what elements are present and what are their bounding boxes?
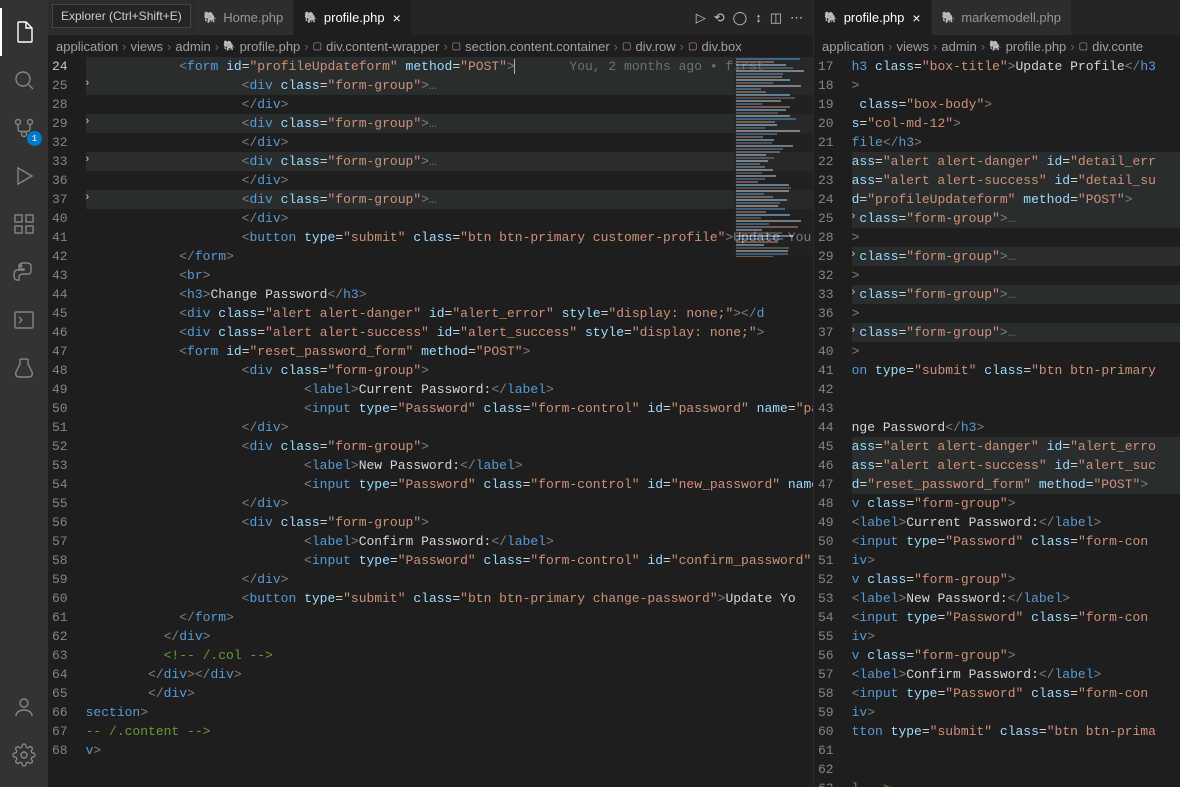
tab-profile[interactable]: 🐘 profile.php × [294,0,412,35]
explorer-tooltip: Explorer (Ctrl+Shift+E) [52,4,191,28]
source-control-icon[interactable]: 1 [0,104,48,152]
editor-group-left: 🐘Admin_model.php 🐘Home.php 🐘profile.php×… [48,0,814,787]
settings-gear-icon[interactable] [0,731,48,779]
debug-restart-icon[interactable]: ⟲ [714,10,725,26]
close-icon[interactable]: × [393,10,401,26]
tab-label: markemodell.php [961,10,1061,25]
terminal-panel-icon[interactable] [0,296,48,344]
php-file-icon: 🐘 [204,11,218,24]
tab-profile-right[interactable]: 🐘 profile.php × [814,0,932,35]
scm-badge: 1 [27,131,42,146]
run-debug-icon[interactable] [0,152,48,200]
code-area-right[interactable]: 1718192021222324›2528›2932›3336›37404142… [814,57,1180,787]
php-file-icon: 🐘 [824,11,838,24]
python-icon[interactable] [0,248,48,296]
test-explorer-icon[interactable] [0,344,48,392]
circle-icon[interactable]: ◯ [733,10,748,26]
explorer-icon[interactable] [0,8,48,56]
tab-markemodell[interactable]: 🐘 markemodell.php [932,0,1072,35]
code-area-left[interactable]: 24›2528›2932›3336›3740414243444546474849… [48,57,813,787]
activity-bar: 1 [0,0,48,787]
tab-label: profile.php [844,10,905,25]
breadcrumb-right[interactable]: application›views›admin›🐘profile.php›▢di… [814,35,1180,57]
tab-home[interactable]: 🐘 Home.php [194,0,295,35]
search-icon[interactable] [0,56,48,104]
tab-label: profile.php [324,10,385,25]
run-icon[interactable]: ▷ [696,10,706,26]
php-file-icon: 🐘 [942,11,956,24]
tabs-bar-right: 🐘 profile.php × 🐘 markemodell.php [814,0,1180,35]
breadcrumb-left[interactable]: application›views›admin›🐘profile.php›▢di… [48,35,813,57]
split-editor-icon[interactable]: ◫ [770,10,782,26]
diff-icon[interactable]: ↕ [755,10,762,25]
tab-label: Home.php [223,10,283,25]
more-icon[interactable]: ⋯ [790,10,803,26]
minimap[interactable] [733,57,813,257]
editor-group-right: 🐘 profile.php × 🐘 markemodell.php applicati… [814,0,1180,787]
accounts-icon[interactable] [0,683,48,731]
php-file-icon: 🐘 [304,11,318,24]
close-icon[interactable]: × [912,10,920,26]
extensions-icon[interactable] [0,200,48,248]
